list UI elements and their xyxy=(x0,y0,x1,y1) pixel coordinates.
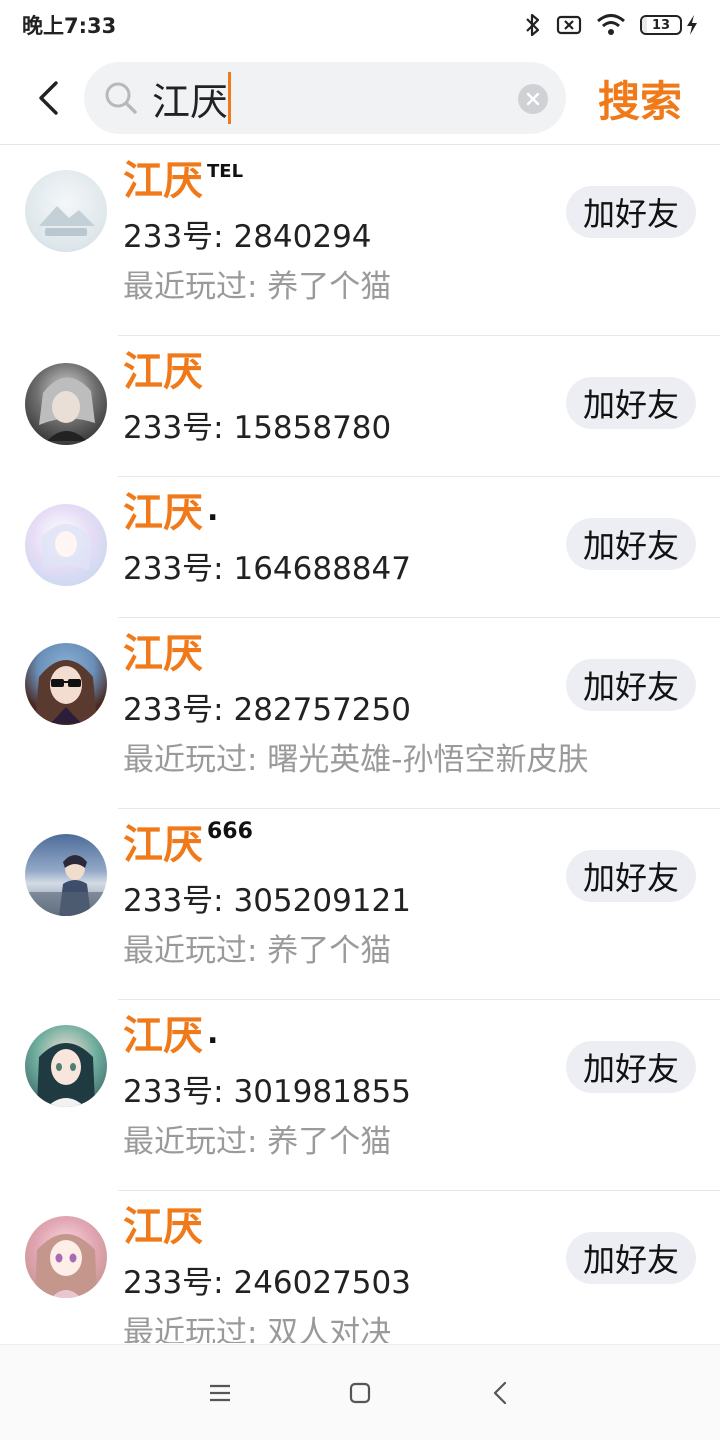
anime-green-hair-avatar-icon[interactable] xyxy=(25,1025,107,1107)
close-icon xyxy=(526,92,540,106)
home-button[interactable] xyxy=(330,1363,390,1423)
clear-search-button[interactable] xyxy=(518,84,548,114)
add-friend-button[interactable]: 加好友 xyxy=(566,850,696,902)
recently-played: 最近玩过: 曙光英雄-孙悟空新皮肤 xyxy=(123,742,589,778)
user-id: 233号: 2840294 xyxy=(123,219,372,255)
user-name[interactable]: 江厌 xyxy=(123,485,203,541)
anime-pink-hair-avatar-icon[interactable] xyxy=(25,1216,107,1298)
result-info: 江厌. 233号: 301981855 最近玩过: 养了个猫 xyxy=(123,1008,411,1160)
recently-played: 最近玩过: 双人对决 xyxy=(123,1315,392,1343)
battery-level: 13 xyxy=(651,17,671,33)
anime-sunglasses-avatar-icon[interactable] xyxy=(25,643,107,725)
status-icons: 13 xyxy=(524,12,698,38)
anime-boy-sky-avatar-icon[interactable] xyxy=(25,834,107,916)
name-line: 江厌 TEL xyxy=(123,153,391,209)
user-id: 233号: 15858780 xyxy=(123,410,392,446)
user-id: 233号: 301981855 xyxy=(123,1074,411,1110)
battery-icon: 13 xyxy=(640,15,682,35)
add-friend-button[interactable]: 加好友 xyxy=(566,518,696,570)
user-name[interactable]: 江厌 xyxy=(123,626,203,682)
add-friend-button[interactable]: 加好友 xyxy=(566,1041,696,1093)
name-line: 江厌 666 xyxy=(123,817,411,873)
user-name-suffix: 666 xyxy=(207,819,253,844)
menu-icon xyxy=(210,1384,230,1401)
search-query: 江厌 xyxy=(152,79,229,124)
battery-indicator: 13 xyxy=(640,15,698,35)
search-header: 江厌 搜索 xyxy=(0,56,720,140)
user-name-suffix: TEL xyxy=(207,161,244,182)
user-name[interactable]: 江厌 xyxy=(123,1008,203,1064)
add-friend-button[interactable]: 加好友 xyxy=(566,1232,696,1284)
user-id: 233号: 246027503 xyxy=(123,1265,411,1301)
search-button[interactable]: 搜索 xyxy=(598,68,682,129)
anime-pastel-avatar-icon[interactable] xyxy=(25,504,107,586)
result-info: 江厌 233号: 246027503 最近玩过: 双人对决 xyxy=(123,1199,411,1343)
result-row[interactable]: 江厌 233号: 15858780 加好友 xyxy=(0,336,720,477)
user-name[interactable]: 江厌 xyxy=(123,153,203,209)
user-name-suffix: . xyxy=(207,1016,219,1051)
search-input[interactable]: 江厌 xyxy=(152,71,232,126)
chevron-left-icon xyxy=(39,81,58,115)
bluetooth-icon xyxy=(524,12,542,38)
result-row[interactable]: 江厌 666 233号: 305209121 最近玩过: 养了个猫 加好友 xyxy=(0,809,720,1000)
add-friend-button[interactable]: 加好友 xyxy=(566,659,696,711)
wifi-icon xyxy=(596,14,626,36)
no-sim-icon xyxy=(556,14,582,36)
add-friend-button[interactable]: 加好友 xyxy=(566,377,696,429)
status-time: 晚上7:33 xyxy=(22,14,117,38)
anime-gray-hair-avatar-icon[interactable] xyxy=(25,363,107,445)
result-info: 江厌 233号: 282757250 最近玩过: 曙光英雄-孙悟空新皮肤 xyxy=(123,626,588,778)
name-line: 江厌 xyxy=(123,344,391,400)
result-row[interactable]: 江厌. 233号: 301981855 最近玩过: 养了个猫 加好友 xyxy=(0,1000,720,1191)
result-info: 江厌 TEL 233号: 2840294 最近玩过: 养了个猫 xyxy=(123,153,391,305)
user-id: 233号: 305209121 xyxy=(123,883,411,919)
result-row[interactable]: 江厌 TEL 233号: 2840294 最近玩过: 养了个猫 加好友 xyxy=(0,145,720,336)
back-button[interactable] xyxy=(16,58,80,138)
result-info: 江厌 666 233号: 305209121 最近玩过: 养了个猫 xyxy=(123,817,411,969)
add-friend-button[interactable]: 加好友 xyxy=(566,186,696,238)
charging-bolt-icon xyxy=(687,15,697,35)
status-bar: 晚上7:33 13 xyxy=(0,0,720,50)
recently-played: 最近玩过: 养了个猫 xyxy=(123,933,392,969)
home-square-icon xyxy=(349,1382,371,1403)
recently-played: 最近玩过: 养了个猫 xyxy=(123,1124,392,1160)
result-row[interactable]: 江厌. 233号: 164688847 加好友 xyxy=(0,477,720,618)
battery-fill xyxy=(642,17,647,33)
user-name[interactable]: 江厌 xyxy=(123,817,203,873)
result-row[interactable]: 江厌 233号: 282757250 最近玩过: 曙光英雄-孙悟空新皮肤 加好友 xyxy=(0,618,720,809)
text-cursor xyxy=(228,72,232,124)
user-name-suffix: . xyxy=(207,493,219,528)
system-nav-bar xyxy=(0,1344,720,1440)
name-line: 江厌. xyxy=(123,1008,411,1064)
result-info: 江厌 233号: 15858780 xyxy=(123,344,391,446)
result-info: 江厌. 233号: 164688847 xyxy=(123,485,411,587)
user-id: 233号: 282757250 xyxy=(123,692,411,728)
recently-played: 最近玩过: 养了个猫 xyxy=(123,269,392,305)
result-row[interactable]: 江厌 233号: 246027503 最近玩过: 双人对决 加好友 xyxy=(0,1191,720,1343)
landscape-avatar-icon[interactable] xyxy=(25,170,107,252)
search-icon xyxy=(104,81,138,115)
name-line: 江厌 xyxy=(123,626,588,682)
search-box[interactable]: 江厌 xyxy=(84,62,566,134)
name-line: 江厌 xyxy=(123,1199,411,1255)
user-name[interactable]: 江厌 xyxy=(123,344,203,400)
search-results-list[interactable]: 江厌 TEL 233号: 2840294 最近玩过: 养了个猫 加好友 江厌 233号: 1… xyxy=(0,145,720,1343)
menu-button[interactable] xyxy=(190,1363,250,1423)
nav-back-button[interactable] xyxy=(470,1363,530,1423)
back-triangle-icon xyxy=(493,1381,507,1404)
user-name[interactable]: 江厌 xyxy=(123,1199,203,1255)
name-line: 江厌. xyxy=(123,485,411,541)
user-id: 233号: 164688847 xyxy=(123,551,411,587)
